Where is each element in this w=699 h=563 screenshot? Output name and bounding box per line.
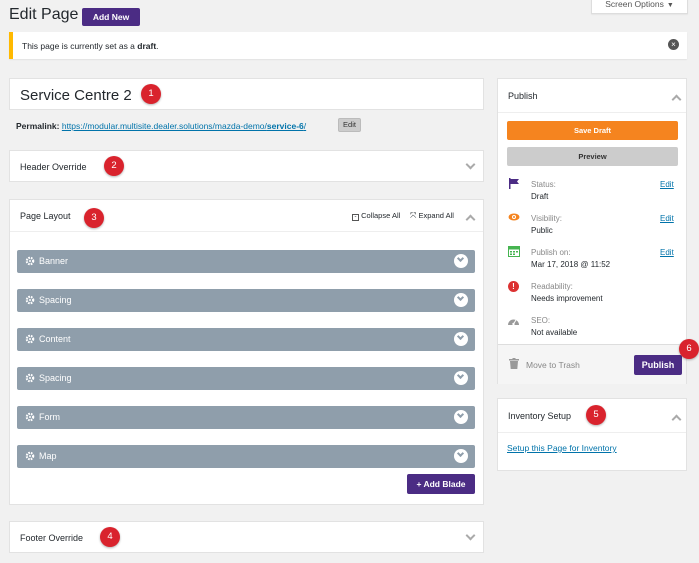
blade-label: Content: [39, 334, 71, 344]
marker-6: 6: [679, 339, 699, 359]
header-override-panel[interactable]: Header Override: [9, 150, 484, 182]
collapse-all-label: Collapse All: [361, 211, 401, 220]
footer-override-title: Footer Override: [20, 533, 84, 543]
publish-on-label: Publish on:: [531, 248, 571, 257]
gear-icon: [25, 412, 35, 422]
blade-label: Form: [39, 412, 60, 422]
publish-button[interactable]: Publish: [634, 355, 682, 375]
gear-icon: [25, 373, 35, 383]
blade-banner[interactable]: Banner: [17, 250, 475, 273]
chevron-up-icon[interactable]: [465, 214, 476, 225]
readability-label: Readability:: [531, 282, 573, 291]
eye-icon: [508, 213, 520, 221]
setup-inventory-link[interactable]: Setup this Page for Inventory: [507, 443, 617, 453]
gear-icon: [25, 334, 35, 344]
notice-prefix: This page is currently set as a: [22, 41, 138, 51]
dismiss-icon[interactable]: ×: [668, 39, 679, 50]
page-layout-title: Page Layout: [20, 211, 71, 221]
marker-1: 1: [141, 84, 161, 104]
chevron-down-icon[interactable]: [454, 332, 468, 346]
save-draft-button[interactable]: Save Draft: [507, 121, 678, 140]
divider: [498, 112, 686, 113]
draft-notice: This page is currently set as a draft. ×: [9, 32, 687, 59]
notice-text: This page is currently set as a draft.: [22, 41, 159, 51]
notice-suffix: .: [156, 41, 159, 51]
publish-on-edit-link[interactable]: Edit: [660, 248, 674, 257]
seo-value: Not available: [531, 328, 578, 337]
trash-icon[interactable]: [509, 358, 519, 369]
divider: [498, 432, 686, 433]
chevron-down-icon[interactable]: [465, 530, 476, 541]
marker-5: 5: [586, 405, 606, 425]
blade-label: Spacing: [39, 295, 72, 305]
permalink: Permalink: https://modular.multisite.dea…: [16, 121, 306, 131]
chevron-down-icon[interactable]: [454, 293, 468, 307]
chevron-down-icon[interactable]: [454, 254, 468, 268]
readability-value: Needs improvement: [531, 294, 603, 303]
expand-all-label: Expand All: [418, 211, 454, 220]
alert-icon: !: [508, 281, 519, 292]
move-to-trash-link[interactable]: Move to Trash: [526, 360, 580, 370]
flag-icon: [509, 178, 519, 189]
post-title: Service Centre 2: [20, 87, 132, 104]
chevron-down-icon[interactable]: [454, 410, 468, 424]
permalink-slug: service-6: [266, 121, 304, 131]
add-blade-button[interactable]: + Add Blade: [407, 474, 475, 494]
gauge-icon: [508, 319, 519, 326]
status-label: Status:: [531, 180, 556, 189]
blade-label: Spacing: [39, 373, 72, 383]
marker-4: 4: [100, 527, 120, 547]
inventory-title: Inventory Setup: [508, 411, 572, 421]
expand-all-button[interactable]: ⤧ Expand All: [410, 211, 454, 221]
collapse-all-button[interactable]: - Collapse All: [352, 211, 400, 221]
chevron-down-icon[interactable]: [454, 449, 468, 463]
chevron-up-icon[interactable]: [671, 94, 682, 105]
header-override-title: Header Override: [20, 162, 87, 172]
gear-icon: [25, 256, 35, 266]
expand-icon: ⤧: [410, 211, 417, 220]
preview-button[interactable]: Preview: [507, 147, 678, 166]
visibility-value: Public: [531, 226, 553, 235]
blade-form[interactable]: Form: [17, 406, 475, 429]
gear-icon: [25, 295, 35, 305]
notice-status: draft: [137, 41, 157, 51]
add-new-button[interactable]: Add New: [82, 8, 140, 26]
blade-map[interactable]: Map: [17, 445, 475, 468]
marker-3: 3: [84, 208, 104, 228]
caret-down-icon: ▼: [666, 2, 674, 9]
screen-options-label: Screen Options: [605, 0, 664, 9]
publish-on-value: Mar 17, 2018 @ 11:52: [531, 260, 611, 269]
title-field[interactable]: Service Centre 2: [9, 78, 484, 110]
divider: [10, 231, 483, 232]
collapse-icon: -: [352, 214, 359, 221]
permalink-base: https://modular.multisite.dealer.solutio…: [61, 121, 267, 131]
permalink-label: Permalink:: [16, 121, 60, 131]
status-edit-link[interactable]: Edit: [660, 180, 674, 189]
gear-icon: [25, 451, 35, 461]
footer-override-panel[interactable]: Footer Override: [9, 521, 484, 553]
status-value: Draft: [531, 192, 549, 201]
publish-title: Publish: [508, 91, 538, 101]
visibility-label: Visibility:: [531, 214, 562, 223]
visibility-edit-link[interactable]: Edit: [660, 214, 674, 223]
seo-label: SEO:: [531, 316, 551, 325]
blade-spacing[interactable]: Spacing: [17, 289, 475, 312]
permalink-trail: /: [303, 121, 307, 131]
chevron-up-icon[interactable]: [671, 414, 682, 425]
blade-spacing[interactable]: Spacing: [17, 367, 475, 390]
marker-2: 2: [104, 156, 124, 176]
page-title: Edit Page: [9, 6, 79, 23]
blade-label: Banner: [39, 256, 69, 266]
permalink-edit-button[interactable]: Edit: [338, 118, 361, 132]
chevron-down-icon[interactable]: [454, 371, 468, 385]
screen-options-button[interactable]: Screen Options ▼: [591, 0, 688, 14]
permalink-link[interactable]: https://modular.multisite.dealer.solutio…: [62, 121, 306, 131]
blade-label: Map: [39, 451, 57, 461]
calendar-icon: [508, 246, 520, 257]
chevron-down-icon[interactable]: [465, 159, 476, 170]
blade-content[interactable]: Content: [17, 328, 475, 351]
